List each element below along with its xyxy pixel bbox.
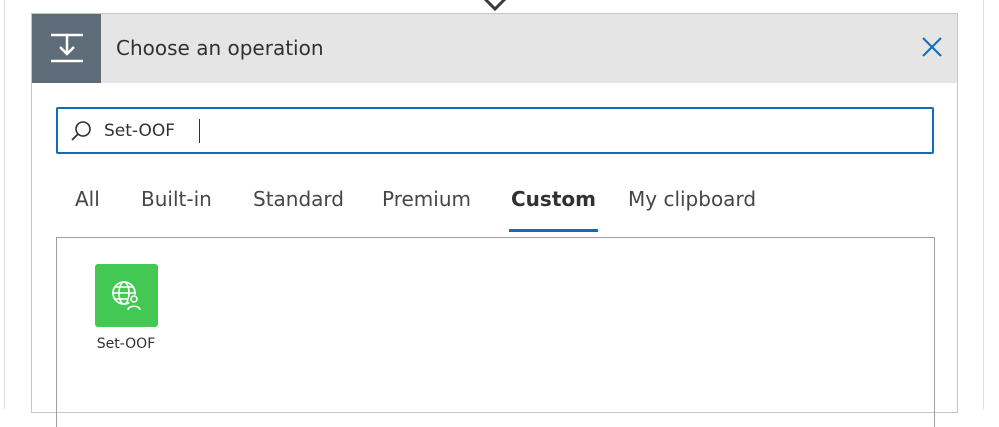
close-button[interactable] [919,34,945,60]
tab-custom[interactable]: Custom [509,182,598,232]
canvas-border-right [983,0,984,409]
close-icon[interactable] [921,36,943,58]
card-header: Choose an operation [32,14,957,83]
tab-built-in[interactable]: Built-in [141,182,212,232]
tab-my-clipboard[interactable]: My clipboard [628,182,756,232]
dialog-title: Choose an operation [116,36,324,60]
connector-arrow-icon [483,0,507,12]
connector-label: Set-OOF [96,336,156,352]
search-icon [71,121,91,141]
choose-operation-card: Choose an operation All Built-in Standar… [31,13,958,427]
globe-user-icon [94,264,158,327]
category-tabs: All Built-in Standard Premium Custom My … [32,182,957,232]
tab-premium[interactable]: Premium [382,182,471,232]
canvas-border-left [4,0,5,409]
search-box[interactable] [56,107,934,154]
connector-tile-set-oof[interactable]: Set-OOF [91,264,161,352]
search-input[interactable] [104,117,904,145]
results-panel: Set-OOF [56,237,935,427]
tab-all[interactable]: All [75,182,100,232]
tab-standard[interactable]: Standard [253,182,344,232]
insert-operation-icon [32,14,101,83]
text-caret [199,119,200,143]
